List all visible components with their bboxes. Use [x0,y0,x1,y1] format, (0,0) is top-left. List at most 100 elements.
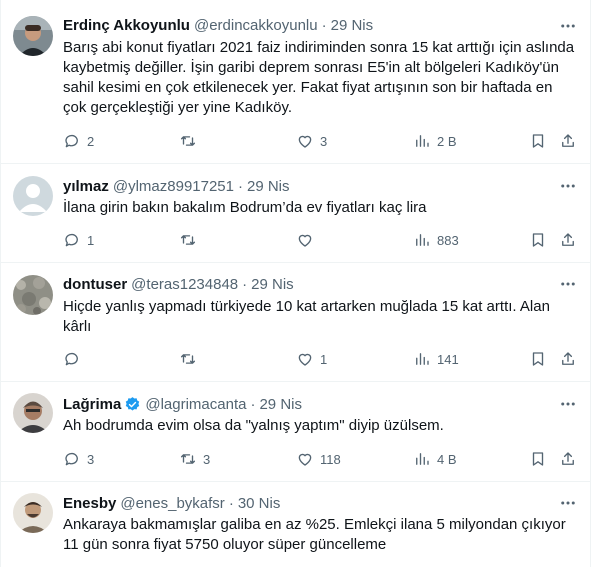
separator-dot: · [228,494,234,512]
bookmark-icon [529,231,547,249]
user-handle[interactable]: @erdincakkoyunlu [194,17,318,34]
reply-button[interactable]: 1 [63,230,94,250]
timestamp[interactable]: 29 Nis [251,276,294,293]
tweet-text: Ankaraya bakmamışlar galiba en az %25. E… [63,516,566,553]
user-handle[interactable]: @ylmaz89917251 [113,178,234,195]
like-button[interactable]: 1 [296,349,327,369]
views-icon [413,350,431,368]
avatar[interactable] [13,16,53,56]
avatar[interactable] [13,493,53,533]
like-button[interactable]: 118 [296,449,341,469]
retweet-button[interactable] [179,349,203,369]
timestamp[interactable]: 29 Nis [247,178,290,195]
reply-icon [63,450,81,468]
share-icon [559,132,577,150]
views-icon [413,132,431,150]
separator-dot: · [238,177,243,195]
tweet-actions: 1 141 [63,349,579,369]
more-icon[interactable] [559,17,577,35]
tweet[interactable]: dontuser @teras1234848 · 29 Nis Hiçde ya… [1,263,591,382]
tweet-actions: 2 3 2 B [63,131,579,151]
user-handle[interactable]: @teras1234848 [131,276,238,293]
timestamp[interactable]: 30 Nis [238,495,281,512]
retweet-icon [179,132,197,150]
like-count: 3 [320,133,328,149]
timestamp[interactable]: 29 Nis [331,17,374,34]
share-button[interactable] [559,349,577,369]
like-count: 1 [320,351,328,367]
retweet-count: 3 [203,451,211,467]
like-button[interactable]: 3 [296,131,327,151]
timestamp[interactable]: 29 Nis [259,396,302,413]
share-button[interactable] [559,449,577,469]
share-button[interactable] [559,230,577,250]
avatar[interactable] [13,176,53,216]
bookmark-icon [529,350,547,368]
retweet-button[interactable] [179,230,203,250]
tweet-actions: 3 3 118 4 B [63,449,579,469]
tweet[interactable]: Lağrima @lagrimacanta · 29 Nis Ah bodrum… [1,382,591,482]
like-button[interactable] [296,230,320,250]
like-count: 118 [320,451,341,467]
tweet[interactable]: yılmaz @ylmaz89917251 · 29 Nis İlana gir… [1,164,591,263]
retweet-icon [179,231,197,249]
user-handle[interactable]: @enes_bykafsr [120,495,224,512]
views-button[interactable]: 883 [413,230,459,250]
reply-icon [63,231,81,249]
bookmark-button[interactable] [529,349,547,369]
tweet[interactable]: Enesby @enes_bykafsr · 30 Nis Ankaraya b… [1,482,591,567]
share-button[interactable] [559,131,577,151]
share-icon [559,450,577,468]
separator-dot: · [250,395,256,413]
separator-dot: · [321,16,327,34]
view-count: 4 B [437,451,457,467]
views-icon [413,231,431,249]
reply-count: 1 [87,232,95,248]
view-count: 2 B [437,133,457,149]
retweet-button[interactable] [179,131,203,151]
bookmark-icon [529,450,547,468]
views-button[interactable]: 2 B [413,131,457,151]
tweet[interactable]: Erdinç Akkoyunlu @erdincakkoyunlu · 29 N… [1,0,591,164]
display-name[interactable]: dontuser [63,276,127,293]
retweet-icon [179,450,197,468]
reply-icon [63,350,81,368]
retweet-button[interactable]: 3 [179,449,210,469]
views-icon [413,450,431,468]
views-button[interactable]: 141 [413,349,459,369]
bookmark-button[interactable] [529,131,547,151]
user-handle[interactable]: @lagrimacanta [145,396,246,413]
display-name[interactable]: Enesby [63,495,116,512]
tweet-text: Barış abi konut fiyatları 2021 faiz indi… [63,39,575,116]
bookmark-button[interactable] [529,449,547,469]
display-name[interactable]: Lağrima [63,396,121,413]
reply-count: 3 [87,451,95,467]
avatar[interactable] [13,393,53,433]
more-icon[interactable] [559,395,577,413]
like-icon [296,231,314,249]
reply-count: 2 [87,133,95,149]
display-name[interactable]: yılmaz [63,178,109,195]
more-icon[interactable] [559,275,577,293]
tweet-actions: 1 883 [63,230,579,250]
more-icon[interactable] [559,494,577,512]
reply-button[interactable] [63,349,87,369]
reply-button[interactable]: 3 [63,449,94,469]
like-icon [296,350,314,368]
tweet-text: Ah bodrumda evim olsa da "yalnış yaptım"… [63,417,444,434]
share-icon [559,350,577,368]
views-button[interactable]: 4 B [413,449,457,469]
separator-dot: · [242,275,248,293]
display-name[interactable]: Erdinç Akkoyunlu [63,17,190,34]
reply-feed: Erdinç Akkoyunlu @erdincakkoyunlu · 29 N… [0,0,591,567]
bookmark-icon [529,132,547,150]
reply-button[interactable]: 2 [63,131,94,151]
reply-icon [63,132,81,150]
more-icon[interactable] [559,177,577,195]
bookmark-button[interactable] [529,230,547,250]
avatar[interactable] [13,275,53,315]
retweet-icon [179,350,197,368]
tweet-text: Hiçde yanlış yapmadı türkiyede 10 kat ar… [63,298,550,335]
view-count: 141 [437,351,459,367]
verified-badge-icon [124,396,141,413]
